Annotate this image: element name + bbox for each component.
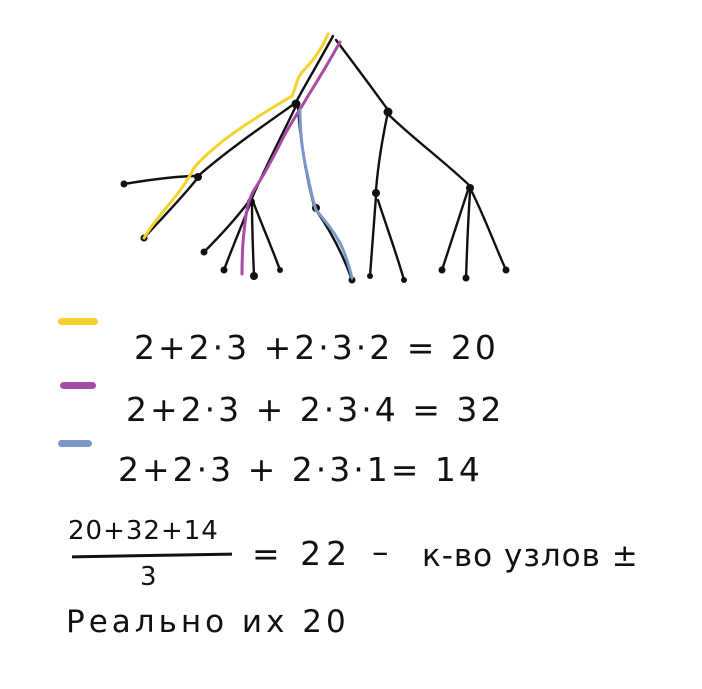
- edge-ll-leaf2: [142, 178, 198, 240]
- edge-rr-leaf1: [440, 188, 470, 272]
- leaf-4: [220, 266, 228, 274]
- leaf-12: [502, 266, 510, 274]
- edge-lm-leaf4: [252, 202, 282, 272]
- edge-lr-leaf: [314, 208, 354, 282]
- edge-root-right: [334, 38, 390, 112]
- edge-lm-leaf3: [250, 202, 256, 278]
- node-right-right: [466, 184, 474, 192]
- edge-root-left: [294, 34, 335, 104]
- leaf-1: [120, 180, 128, 188]
- leaf-8: [367, 273, 373, 279]
- purple-path: [240, 40, 342, 276]
- node-right: [383, 107, 393, 117]
- fraction-denominator: 3: [140, 562, 160, 592]
- edge-right-leftchild: [374, 110, 390, 192]
- formula-yellow: 2+2·3 +2·3·2 = 20: [134, 328, 499, 367]
- formula-blue: 2+2·3 + 2·3·1= 14: [118, 450, 483, 489]
- blue-swatch: [58, 440, 92, 447]
- leaf-6: [277, 267, 283, 273]
- edge-rl-leaf1: [368, 194, 378, 278]
- nodes-count-label: к-во узлов ±: [422, 538, 639, 574]
- blue-path: [298, 108, 354, 280]
- fraction-numerator: 20+32+14: [68, 516, 219, 546]
- average-result: = 22: [252, 534, 353, 573]
- dash: –: [372, 532, 392, 571]
- edge-rr-leaf2: [464, 190, 472, 280]
- leaf-10: [438, 266, 446, 274]
- edge-right-rightchild: [388, 114, 472, 188]
- leaf-11: [462, 274, 470, 282]
- edge-rl-leaf2: [376, 198, 406, 282]
- tree-diagram: [120, 32, 510, 284]
- yellow-swatch: [58, 318, 98, 325]
- leaf-5: [250, 272, 258, 280]
- purple-swatch: [60, 382, 96, 389]
- fraction-bar: [71, 552, 233, 559]
- node-left-left: [194, 173, 202, 181]
- page: 2+2·3 +2·3·2 = 20 2+2·3 + 2·3·4 = 32 2+2…: [0, 0, 702, 689]
- edge-rr-leaf3: [470, 190, 508, 272]
- node-left: [291, 99, 301, 109]
- leaf-9: [401, 277, 407, 283]
- formula-purple: 2+2·3 + 2·3·4 = 32: [126, 390, 505, 429]
- conclusion-text: Реально их 20: [66, 604, 350, 640]
- node-right-left: [372, 189, 380, 197]
- leaf-3: [200, 248, 208, 256]
